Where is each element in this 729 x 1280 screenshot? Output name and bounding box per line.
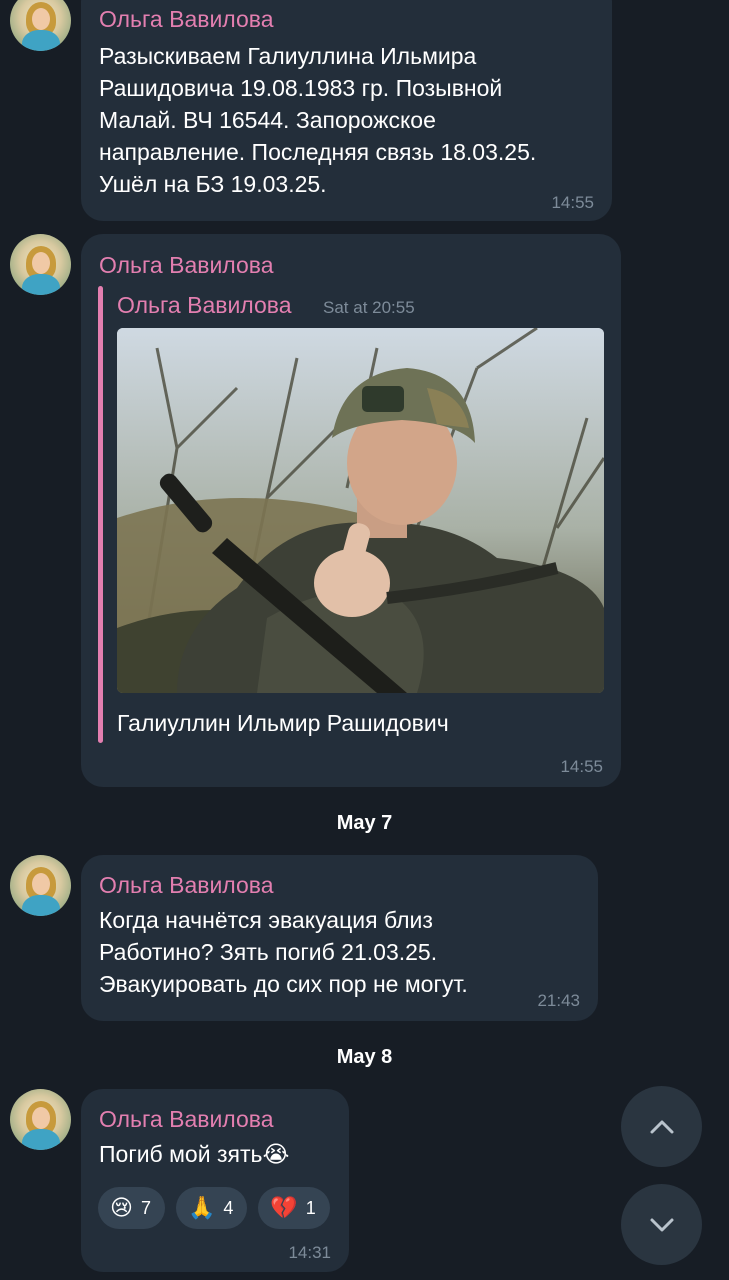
- message-text-line: Рашидовича 19.08.1983 гр. Позывной: [99, 75, 503, 101]
- reaction-broken-heart[interactable]: 💔 1: [258, 1187, 330, 1229]
- reaction-pray[interactable]: 🙏 4: [175, 1187, 248, 1229]
- message-text-line: Работино? Зять погиб 21.03.25.: [99, 939, 438, 965]
- reaction-count: 4: [223, 1197, 234, 1218]
- reply-bar: [98, 286, 103, 743]
- reaction-count: 1: [305, 1197, 316, 1218]
- message-text-line: Ушёл на БЗ 19.03.25.: [99, 171, 327, 197]
- photo-illustration: [117, 328, 604, 693]
- message-text-line: Малай. ВЧ 16544. Запорожское: [99, 107, 436, 133]
- message-text-line: направление. Последняя связь 18.03.25.: [99, 139, 537, 165]
- folded-hands-emoji: 🙏: [187, 1195, 216, 1220]
- reply-date: Sat at 20:55: [323, 298, 415, 317]
- message-time: 14:31: [288, 1243, 331, 1262]
- sender-avatar[interactable]: [10, 234, 71, 295]
- reply-sender-name[interactable]: Ольга Вавилова: [117, 292, 292, 319]
- broken-heart-emoji: 💔: [270, 1195, 298, 1220]
- message-text: Погиб мой зять😭: [99, 1138, 289, 1170]
- loudly-crying-emoji: 😭: [262, 1141, 290, 1167]
- message-time: 21:43: [537, 991, 580, 1010]
- sender-name[interactable]: Ольга Вавилова: [99, 6, 274, 33]
- chevron-down-icon: [650, 1218, 673, 1231]
- message-text-line: Когда начнётся эвакуация близ: [99, 907, 433, 933]
- message-bubble[interactable]: Ольга Вавилова Погиб мой зять😭 😢 7 🙏 4 💔…: [81, 1089, 349, 1272]
- photo-caption: Галиуллин Ильмир Рашидович: [117, 710, 449, 736]
- crying-face-emoji: 😢: [110, 1195, 133, 1220]
- message-bubble[interactable]: Ольга Вавилова Разыскиваем Галиуллина Ил…: [81, 0, 612, 221]
- message-time: 14:55: [551, 193, 594, 212]
- message-time: 14:55: [560, 757, 603, 776]
- reaction-count: 7: [140, 1197, 151, 1218]
- scroll-down-button[interactable]: [621, 1184, 702, 1265]
- message-text-line: Эвакуировать до сих пор не могут.: [99, 971, 468, 997]
- message-text-line: Разыскиваем Галиуллина Ильмира: [99, 43, 477, 69]
- sender-name[interactable]: Ольга Вавилова: [99, 1106, 274, 1133]
- message-bubble[interactable]: Ольга Вавилова Ольга Вавилова Sat at 20:…: [81, 234, 621, 787]
- chevron-up-icon: [650, 1120, 673, 1133]
- message-photo[interactable]: [117, 328, 604, 693]
- sender-avatar[interactable]: [10, 0, 71, 51]
- message-bubble[interactable]: Ольга Вавилова Когда начнётся эвакуация …: [81, 855, 598, 1021]
- reaction-crying[interactable]: 😢 7: [98, 1187, 165, 1229]
- message-text-content: Погиб мой зять: [99, 1141, 263, 1167]
- sender-avatar[interactable]: [10, 1089, 71, 1150]
- date-separator: May 8: [336, 1046, 393, 1068]
- chat-view: Ольга Вавилова Разыскиваем Галиуллина Ил…: [0, 0, 729, 1280]
- scroll-up-button[interactable]: [621, 1086, 702, 1167]
- reactions-row: 😢 7 🙏 4 💔 1: [98, 1187, 330, 1229]
- sender-avatar[interactable]: [10, 855, 71, 916]
- date-separator: May 7: [336, 812, 393, 834]
- sender-name[interactable]: Ольга Вавилова: [99, 872, 274, 899]
- sender-name[interactable]: Ольга Вавилова: [99, 252, 274, 279]
